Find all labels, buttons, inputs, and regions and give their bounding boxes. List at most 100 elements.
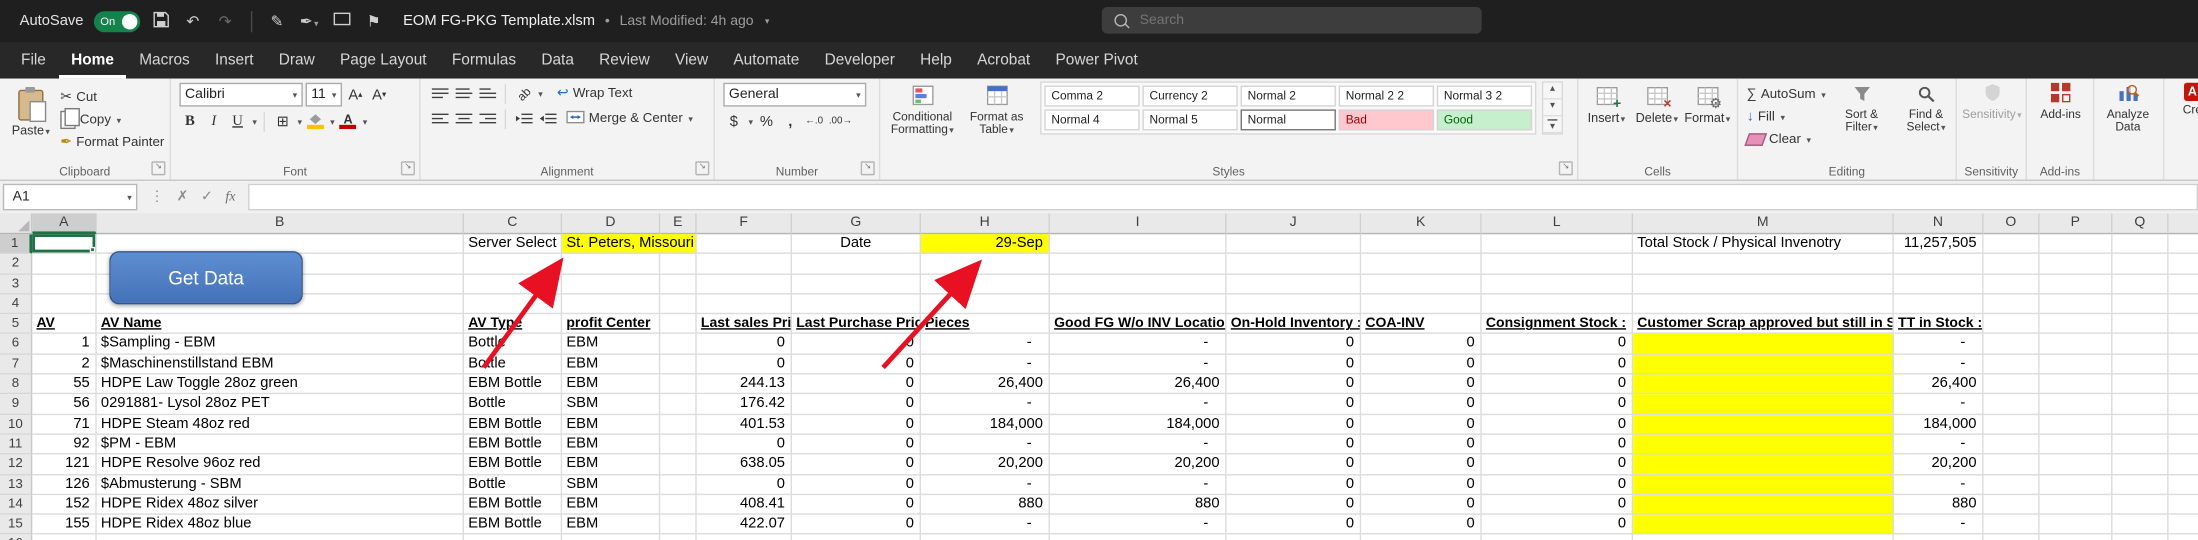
cell-H12[interactable]: 20,200 <box>921 455 1050 475</box>
col-header-P[interactable]: P <box>2040 213 2113 234</box>
cell-B5[interactable]: AV Name <box>97 314 464 334</box>
cell-C6[interactable]: Bottle <box>464 334 562 354</box>
save-icon[interactable] <box>149 11 171 32</box>
style-chip-comma-2[interactable]: Comma 2 <box>1044 86 1139 107</box>
menu-automate[interactable]: Automate <box>721 42 812 78</box>
menu-review[interactable]: Review <box>587 42 663 78</box>
cell-I15[interactable]: - <box>1050 515 1227 535</box>
row-header-4[interactable]: 4 <box>0 294 32 314</box>
menu-insert[interactable]: Insert <box>202 42 266 78</box>
cell-K15[interactable]: 0 <box>1361 515 1482 535</box>
cell-G8[interactable]: 0 <box>792 375 921 395</box>
cell-F5[interactable]: Last sales Price <box>697 314 792 334</box>
menu-home[interactable]: Home <box>59 42 127 78</box>
row-header-16[interactable]: 16 <box>0 535 32 540</box>
cell-J9[interactable]: 0 <box>1227 395 1362 415</box>
cut-button[interactable]: ✂Cut <box>57 87 167 108</box>
cell-I16[interactable] <box>1050 535 1227 540</box>
cell-A9[interactable]: 56 <box>32 395 96 415</box>
cell-L12[interactable]: 0 <box>1482 455 1633 475</box>
cell-G4[interactable] <box>792 294 921 314</box>
cell-E7[interactable] <box>660 355 696 375</box>
cell-Q1[interactable] <box>2112 234 2168 254</box>
cell-J16[interactable] <box>1227 535 1362 540</box>
percent-button[interactable]: % <box>756 111 777 132</box>
cell-H5[interactable]: Pieces <box>921 314 1050 334</box>
cell-E4[interactable] <box>660 294 696 314</box>
cell-E5[interactable] <box>660 314 696 334</box>
cell-H9[interactable]: - <box>921 395 1050 415</box>
get-data-button[interactable]: Get Data <box>109 251 302 304</box>
comma-style-button[interactable]: , <box>780 111 801 132</box>
style-chip-normal-2[interactable]: Normal 2 <box>1241 86 1336 107</box>
col-header-D[interactable]: D <box>562 213 660 234</box>
cell-F10[interactable]: 401.53 <box>697 415 792 435</box>
cell-Q12[interactable] <box>2112 455 2168 475</box>
col-header-H[interactable]: H <box>921 213 1050 234</box>
cell-C1[interactable]: Server Select <box>464 234 562 254</box>
cell-E16[interactable] <box>660 535 696 540</box>
cell-B6[interactable]: $Sampling - EBM <box>97 334 464 354</box>
cell-J7[interactable]: 0 <box>1227 355 1362 375</box>
row-header-14[interactable]: 14 <box>0 495 32 515</box>
cell-P16[interactable] <box>2040 535 2113 540</box>
cell-L4[interactable] <box>1482 294 1633 314</box>
cell-E3[interactable] <box>660 274 696 294</box>
cell-K9[interactable]: 0 <box>1361 395 1482 415</box>
cell-Q13[interactable] <box>2112 475 2168 495</box>
cell-L8[interactable]: 0 <box>1482 375 1633 395</box>
cell-B10[interactable]: HDPE Steam 48oz red <box>97 415 464 435</box>
styles-scroll-down-button[interactable]: ▾ <box>1543 100 1561 117</box>
cell-D13[interactable]: SBM <box>562 475 660 495</box>
cell-E11[interactable] <box>660 435 696 455</box>
cell-N8[interactable]: 26,400 <box>1894 375 1984 395</box>
cell-H11[interactable]: - <box>921 435 1050 455</box>
cell-M11[interactable] <box>1633 435 1894 455</box>
cell-Q11[interactable] <box>2112 435 2168 455</box>
cell-F16[interactable] <box>697 535 792 540</box>
cell-G5[interactable]: Last Purchase Price <box>792 314 921 334</box>
cell-K2[interactable] <box>1361 254 1482 274</box>
copy-button[interactable]: Copy▾ <box>57 109 167 130</box>
find-select-button[interactable]: Find & Select▾ <box>1895 81 1957 134</box>
cell-M3[interactable] <box>1633 274 1894 294</box>
cell-N14[interactable]: 880 <box>1894 495 1984 515</box>
cell-F9[interactable]: 176.42 <box>697 395 792 415</box>
cell-F15[interactable]: 422.07 <box>697 515 792 535</box>
cell-G9[interactable]: 0 <box>792 395 921 415</box>
cell-P3[interactable] <box>2040 274 2113 294</box>
cell-N11[interactable]: - <box>1894 435 1984 455</box>
cell-F11[interactable]: 0 <box>697 435 792 455</box>
cell-N12[interactable]: 20,200 <box>1894 455 1984 475</box>
cell-Q9[interactable] <box>2112 395 2168 415</box>
row-header-11[interactable]: 11 <box>0 435 32 455</box>
cell-I14[interactable]: 880 <box>1050 495 1227 515</box>
cell-C9[interactable]: Bottle <box>464 395 562 415</box>
cell-Q16[interactable] <box>2112 535 2168 540</box>
cell-E12[interactable] <box>660 455 696 475</box>
cell-J5[interactable]: On-Hold Inventory : <box>1227 314 1362 334</box>
cell-H14[interactable]: 880 <box>921 495 1050 515</box>
last-modified[interactable]: Last Modified: 4h ago <box>620 13 754 28</box>
cell-N5[interactable]: TT in Stock : <box>1894 314 1984 334</box>
cell-O3[interactable] <box>1984 274 2040 294</box>
cell-P7[interactable] <box>2040 355 2113 375</box>
col-header-O[interactable]: O <box>1984 213 2040 234</box>
col-header-A[interactable]: A <box>32 213 96 234</box>
cell-N4[interactable] <box>1894 294 1984 314</box>
cell-J8[interactable]: 0 <box>1227 375 1362 395</box>
cell-P1[interactable] <box>2040 234 2113 254</box>
cell-A3[interactable] <box>32 274 96 294</box>
col-header-K[interactable]: K <box>1361 213 1482 234</box>
cell-J15[interactable]: 0 <box>1227 515 1362 535</box>
cell-H10[interactable]: 184,000 <box>921 415 1050 435</box>
cell-B11[interactable]: $PM - EBM <box>97 435 464 455</box>
row-header-5[interactable]: 5 <box>0 314 32 334</box>
row-header-12[interactable]: 12 <box>0 455 32 475</box>
cell-G1[interactable]: Date <box>792 234 921 254</box>
cell-E9[interactable] <box>660 395 696 415</box>
cell-M10[interactable] <box>1633 415 1894 435</box>
col-header-F[interactable]: F <box>697 213 792 234</box>
cell-G14[interactable]: 0 <box>792 495 921 515</box>
cell-K16[interactable] <box>1361 535 1482 540</box>
